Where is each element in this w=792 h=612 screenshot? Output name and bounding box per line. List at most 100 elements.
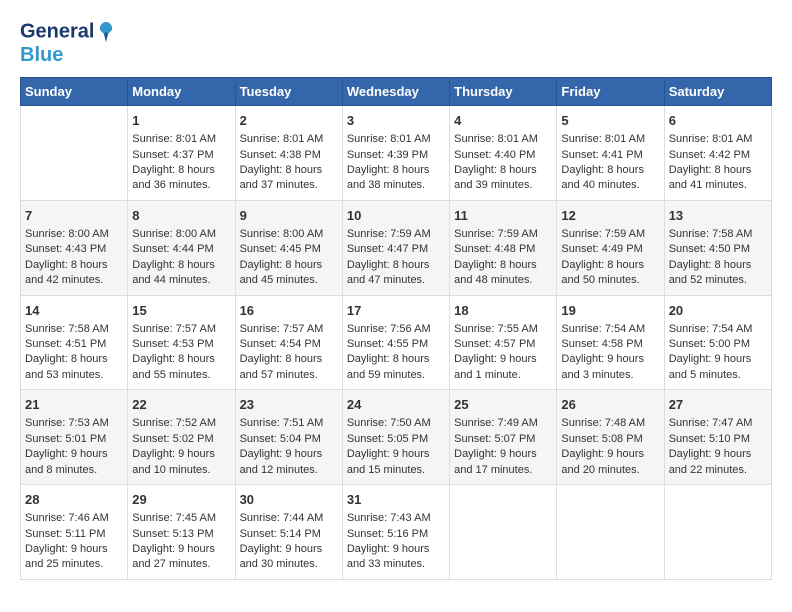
calendar-cell: 26Sunrise: 7:48 AMSunset: 5:08 PMDayligh… <box>557 390 664 485</box>
cell-info-line: and 50 minutes. <box>561 273 659 288</box>
cell-info-line: Daylight: 9 hours <box>132 447 230 462</box>
cell-info-line: Sunset: 4:39 PM <box>347 148 445 163</box>
cell-info-line: and 40 minutes. <box>561 178 659 193</box>
cell-info-line: Daylight: 8 hours <box>25 258 123 273</box>
cell-info-line: Sunset: 4:40 PM <box>454 148 552 163</box>
cell-info-line: and 15 minutes. <box>347 463 445 478</box>
week-row-4: 21Sunrise: 7:53 AMSunset: 5:01 PMDayligh… <box>21 390 772 485</box>
cell-info-line: Sunset: 5:14 PM <box>240 527 338 542</box>
cell-info-line: Sunset: 5:10 PM <box>669 432 767 447</box>
cell-info-line: Daylight: 9 hours <box>669 447 767 462</box>
cell-info-line: and 38 minutes. <box>347 178 445 193</box>
cell-info-line: Sunrise: 7:54 AM <box>669 322 767 337</box>
calendar-cell: 23Sunrise: 7:51 AMSunset: 5:04 PMDayligh… <box>235 390 342 485</box>
calendar-cell: 7Sunrise: 8:00 AMSunset: 4:43 PMDaylight… <box>21 200 128 295</box>
cell-date-number: 21 <box>25 396 123 414</box>
cell-info-line: and 5 minutes. <box>669 368 767 383</box>
cell-date-number: 18 <box>454 302 552 320</box>
cell-info-line: Sunset: 4:48 PM <box>454 242 552 257</box>
week-row-5: 28Sunrise: 7:46 AMSunset: 5:11 PMDayligh… <box>21 485 772 580</box>
cell-info-line: Daylight: 8 hours <box>454 258 552 273</box>
calendar-cell: 14Sunrise: 7:58 AMSunset: 4:51 PMDayligh… <box>21 295 128 390</box>
calendar-cell: 8Sunrise: 8:00 AMSunset: 4:44 PMDaylight… <box>128 200 235 295</box>
week-row-3: 14Sunrise: 7:58 AMSunset: 4:51 PMDayligh… <box>21 295 772 390</box>
cell-info-line: Sunrise: 7:50 AM <box>347 416 445 431</box>
cell-info-line: Sunset: 4:43 PM <box>25 242 123 257</box>
cell-info-line: Daylight: 9 hours <box>240 542 338 557</box>
cell-info-line: Sunrise: 8:00 AM <box>25 227 123 242</box>
cell-info-line: Sunset: 5:04 PM <box>240 432 338 447</box>
cell-date-number: 13 <box>669 207 767 225</box>
calendar-cell: 3Sunrise: 8:01 AMSunset: 4:39 PMDaylight… <box>342 106 449 201</box>
cell-info-line: Sunset: 5:07 PM <box>454 432 552 447</box>
cell-date-number: 27 <box>669 396 767 414</box>
header: General Blue <box>20 20 772 67</box>
cell-info-line: Sunset: 4:50 PM <box>669 242 767 257</box>
cell-info-line: Daylight: 8 hours <box>240 163 338 178</box>
cell-info-line: and 17 minutes. <box>454 463 552 478</box>
calendar-cell: 29Sunrise: 7:45 AMSunset: 5:13 PMDayligh… <box>128 485 235 580</box>
cell-info-line: Sunset: 4:54 PM <box>240 337 338 352</box>
calendar-cell: 15Sunrise: 7:57 AMSunset: 4:53 PMDayligh… <box>128 295 235 390</box>
calendar-cell: 30Sunrise: 7:44 AMSunset: 5:14 PMDayligh… <box>235 485 342 580</box>
cell-date-number: 30 <box>240 491 338 509</box>
cell-info-line: Sunset: 4:37 PM <box>132 148 230 163</box>
cell-info-line: Daylight: 8 hours <box>132 163 230 178</box>
cell-date-number: 14 <box>25 302 123 320</box>
logo-line2: Blue <box>20 44 63 67</box>
cell-info-line: Sunset: 5:05 PM <box>347 432 445 447</box>
cell-info-line: Sunrise: 7:48 AM <box>561 416 659 431</box>
cell-info-line: Daylight: 9 hours <box>561 352 659 367</box>
cell-info-line: Daylight: 9 hours <box>347 542 445 557</box>
cell-info-line: Sunrise: 8:00 AM <box>240 227 338 242</box>
cell-info-line: and 22 minutes. <box>669 463 767 478</box>
calendar-cell: 19Sunrise: 7:54 AMSunset: 4:58 PMDayligh… <box>557 295 664 390</box>
calendar-cell <box>557 485 664 580</box>
cell-date-number: 8 <box>132 207 230 225</box>
cell-info-line: Sunset: 4:58 PM <box>561 337 659 352</box>
day-header-monday: Monday <box>128 78 235 106</box>
cell-info-line: and 55 minutes. <box>132 368 230 383</box>
cell-info-line: Sunset: 5:01 PM <box>25 432 123 447</box>
cell-info-line: Sunset: 5:11 PM <box>25 527 123 542</box>
cell-info-line: Sunrise: 8:01 AM <box>561 132 659 147</box>
calendar-cell: 25Sunrise: 7:49 AMSunset: 5:07 PMDayligh… <box>450 390 557 485</box>
cell-info-line: Sunrise: 8:01 AM <box>132 132 230 147</box>
cell-info-line: Sunrise: 8:01 AM <box>347 132 445 147</box>
cell-info-line: Sunset: 5:00 PM <box>669 337 767 352</box>
cell-info-line: Sunrise: 7:59 AM <box>454 227 552 242</box>
cell-info-line: Daylight: 9 hours <box>25 542 123 557</box>
calendar-cell: 9Sunrise: 8:00 AMSunset: 4:45 PMDaylight… <box>235 200 342 295</box>
calendar-cell: 2Sunrise: 8:01 AMSunset: 4:38 PMDaylight… <box>235 106 342 201</box>
cell-info-line: Daylight: 8 hours <box>347 352 445 367</box>
cell-info-line: Sunset: 4:45 PM <box>240 242 338 257</box>
cell-info-line: and 12 minutes. <box>240 463 338 478</box>
calendar-table: SundayMondayTuesdayWednesdayThursdayFrid… <box>20 77 772 580</box>
cell-info-line: Daylight: 8 hours <box>561 163 659 178</box>
cell-date-number: 5 <box>561 112 659 130</box>
cell-date-number: 22 <box>132 396 230 414</box>
cell-date-number: 15 <box>132 302 230 320</box>
cell-info-line: Daylight: 9 hours <box>454 352 552 367</box>
cell-info-line: and 57 minutes. <box>240 368 338 383</box>
cell-info-line: Sunrise: 7:49 AM <box>454 416 552 431</box>
calendar-cell: 17Sunrise: 7:56 AMSunset: 4:55 PMDayligh… <box>342 295 449 390</box>
calendar-cell <box>450 485 557 580</box>
cell-info-line: Daylight: 9 hours <box>669 352 767 367</box>
cell-date-number: 28 <box>25 491 123 509</box>
cell-info-line: Daylight: 8 hours <box>347 163 445 178</box>
cell-info-line: Sunset: 4:49 PM <box>561 242 659 257</box>
cell-date-number: 17 <box>347 302 445 320</box>
cell-info-line: Sunrise: 7:56 AM <box>347 322 445 337</box>
day-header-friday: Friday <box>557 78 664 106</box>
week-row-2: 7Sunrise: 8:00 AMSunset: 4:43 PMDaylight… <box>21 200 772 295</box>
cell-info-line: and 10 minutes. <box>132 463 230 478</box>
calendar-cell: 10Sunrise: 7:59 AMSunset: 4:47 PMDayligh… <box>342 200 449 295</box>
calendar-cell: 21Sunrise: 7:53 AMSunset: 5:01 PMDayligh… <box>21 390 128 485</box>
cell-info-line: and 42 minutes. <box>25 273 123 288</box>
calendar-cell: 5Sunrise: 8:01 AMSunset: 4:41 PMDaylight… <box>557 106 664 201</box>
day-header-sunday: Sunday <box>21 78 128 106</box>
cell-info-line: Sunset: 5:13 PM <box>132 527 230 542</box>
calendar-cell: 18Sunrise: 7:55 AMSunset: 4:57 PMDayligh… <box>450 295 557 390</box>
calendar-cell: 11Sunrise: 7:59 AMSunset: 4:48 PMDayligh… <box>450 200 557 295</box>
